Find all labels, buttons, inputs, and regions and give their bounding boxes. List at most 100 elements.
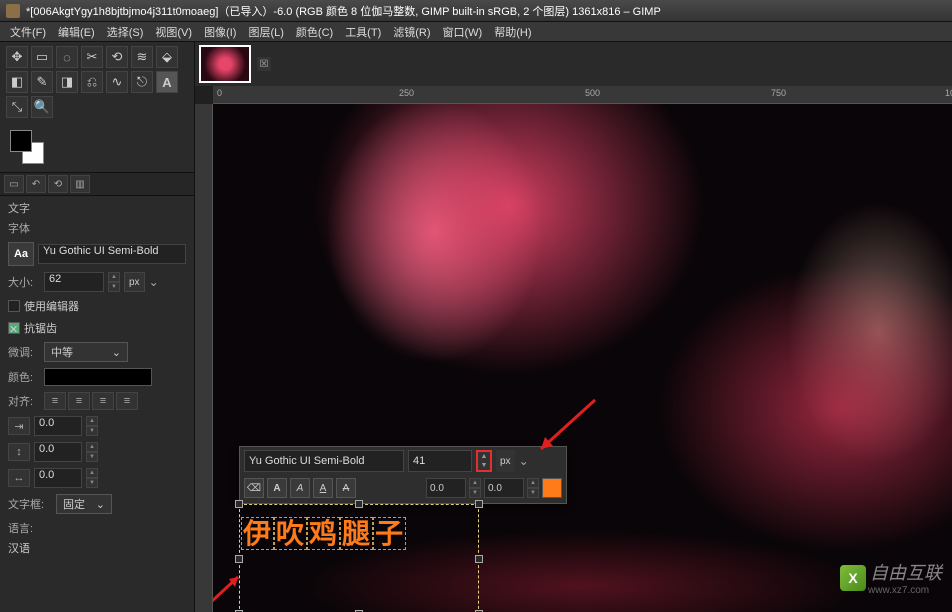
opts-head: 文字: [8, 200, 186, 216]
lang-value: 汉语: [8, 540, 30, 556]
tab-device[interactable]: ↶: [26, 175, 46, 193]
transform-tool[interactable]: ⟲: [106, 46, 128, 68]
float-clear[interactable]: ⌫: [244, 478, 264, 498]
menu-window[interactable]: 窗口(W): [437, 24, 489, 40]
float-kerning[interactable]: 0.0: [484, 478, 524, 498]
image-tabs: ☒: [195, 42, 952, 86]
bucket-tool[interactable]: ⬙: [156, 46, 178, 68]
box-label: 文字框:: [8, 496, 52, 512]
hinting-dropdown[interactable]: 中等⌄: [44, 342, 128, 362]
free-select-tool[interactable]: ◌: [56, 46, 78, 68]
antialias-check[interactable]: ✕抗锯齿: [8, 320, 186, 336]
text-floating-toolbar: Yu Gothic UI Semi-Bold 41 ▲▼ px ⌄ ⌫ A A …: [239, 446, 567, 504]
align-label: 对齐:: [8, 393, 40, 409]
handle-tr[interactable]: [475, 500, 483, 508]
ruler-vertical: [195, 104, 213, 612]
indent-spin-3[interactable]: ▲▼: [86, 468, 98, 488]
tab-tool-options[interactable]: ▭: [4, 175, 24, 193]
indent-icon: ⇥: [8, 417, 30, 435]
indent-spin-1[interactable]: ▲▼: [86, 416, 98, 436]
float-font-input[interactable]: Yu Gothic UI Semi-Bold: [244, 450, 404, 472]
sample-text[interactable]: 伊吹鸡腿子: [241, 512, 406, 552]
menu-filters[interactable]: 滤镜(R): [387, 24, 436, 40]
gradient-tool[interactable]: ◧: [6, 71, 28, 93]
align-center[interactable]: ≡: [68, 392, 90, 410]
float-size-input[interactable]: 41: [408, 450, 472, 472]
size-spinner[interactable]: ▲▼: [108, 272, 120, 292]
move-tool[interactable]: ✥: [6, 46, 28, 68]
chevron-down-icon[interactable]: ⌄: [149, 275, 159, 289]
handle-tl[interactable]: [235, 500, 243, 508]
float-chevron-icon[interactable]: ⌄: [519, 454, 529, 468]
eraser-tool[interactable]: ◨: [56, 71, 78, 93]
tab-image[interactable]: ▥: [70, 175, 90, 193]
tab-undo[interactable]: ⟲: [48, 175, 68, 193]
use-editor-check[interactable]: 使用编辑器: [8, 298, 186, 314]
warp-tool[interactable]: ≋: [131, 46, 153, 68]
float-underline[interactable]: A: [313, 478, 333, 498]
float-text-color[interactable]: [542, 478, 562, 498]
handle-tm[interactable]: [355, 500, 363, 508]
left-panel: ✥ ▭ ◌ ✂ ⟲ ≋ ⬙ ◧ ✎ ◨ ⎌ ∿ ⎋ A ⤡ 🔍 ▭ ↶ ⟲: [0, 42, 195, 612]
align-right[interactable]: ≡: [92, 392, 114, 410]
indent-input-2[interactable]: 0.0: [34, 442, 82, 462]
indent-input-1[interactable]: 0.0: [34, 416, 82, 436]
float-unit[interactable]: px: [496, 450, 515, 472]
float-size-spinner[interactable]: ▲▼: [476, 450, 492, 472]
text-tool[interactable]: A: [156, 71, 178, 93]
float-strike[interactable]: A: [336, 478, 356, 498]
text-color[interactable]: [44, 368, 152, 386]
letter-spacing-icon: ↔: [8, 469, 30, 487]
float-bold[interactable]: A: [267, 478, 287, 498]
menubar: 文件(F) 编辑(E) 选择(S) 视图(V) 图像(I) 图层(L) 颜色(C…: [0, 22, 952, 42]
float-italic[interactable]: A: [290, 478, 310, 498]
indent-spin-2[interactable]: ▲▼: [86, 442, 98, 462]
lang-label: 语言:: [8, 520, 40, 536]
size-unit[interactable]: px: [124, 272, 145, 292]
color-picker-tool[interactable]: ⤡: [6, 96, 28, 118]
handle-lm[interactable]: [235, 555, 243, 563]
dock-tabs: ▭ ↶ ⟲ ▥: [0, 172, 194, 196]
menu-edit[interactable]: 编辑(E): [52, 24, 101, 40]
align-left[interactable]: ≡: [44, 392, 66, 410]
canvas-area: ☒ 0 250 500 750 1000 Yu Gothic UI Semi-B…: [195, 42, 952, 612]
image-tab-thumb[interactable]: [199, 45, 251, 83]
size-input[interactable]: 62: [44, 272, 104, 292]
align-justify[interactable]: ≡: [116, 392, 138, 410]
menu-view[interactable]: 视图(V): [149, 24, 198, 40]
menu-color[interactable]: 颜色(C): [290, 24, 339, 40]
float-baseline[interactable]: 0.0: [426, 478, 466, 498]
clone-tool[interactable]: ⎌: [81, 71, 103, 93]
line-spacing-icon: ↕: [8, 443, 30, 461]
menu-tools[interactable]: 工具(T): [339, 24, 387, 40]
menu-image[interactable]: 图像(I): [198, 24, 242, 40]
menu-layer[interactable]: 图层(L): [242, 24, 289, 40]
float-baseline-spin[interactable]: ▲▼: [469, 478, 481, 498]
menu-select[interactable]: 选择(S): [101, 24, 150, 40]
watermark-domain: www.xz7.com: [868, 585, 942, 596]
pencil-tool[interactable]: ✎: [31, 71, 53, 93]
box-dropdown[interactable]: 固定⌄: [56, 494, 112, 514]
crop-tool[interactable]: ✂: [81, 46, 103, 68]
indent-input-3[interactable]: 0.0: [34, 468, 82, 488]
gimp-icon: [6, 4, 20, 18]
size-label: 大小:: [8, 274, 40, 290]
titlebar: *[006AkgtYgy1h8bjtbjmo4j311t0moaeg]（已导入）…: [0, 0, 952, 22]
close-tab-icon[interactable]: ☒: [257, 57, 271, 71]
watermark-logo: X: [840, 565, 866, 591]
handle-rm[interactable]: [475, 555, 483, 563]
menu-file[interactable]: 文件(F): [4, 24, 52, 40]
canvas[interactable]: Yu Gothic UI Semi-Bold 41 ▲▼ px ⌄ ⌫ A A …: [213, 104, 952, 612]
tool-options: 文字 字体 Aa Yu Gothic UI Semi-Bold 大小: 62 ▲…: [0, 196, 194, 612]
float-kerning-spin[interactable]: ▲▼: [527, 478, 539, 498]
fg-color[interactable]: [10, 130, 32, 152]
font-picker-button[interactable]: Aa: [8, 242, 34, 266]
watermark: X 自由互联 www.xz7.com: [840, 559, 942, 596]
font-label: 字体: [8, 220, 38, 236]
font-name-input[interactable]: Yu Gothic UI Semi-Bold: [38, 244, 186, 264]
smudge-tool[interactable]: ∿: [106, 71, 128, 93]
zoom-tool[interactable]: 🔍: [31, 96, 53, 118]
path-tool[interactable]: ⎋: [131, 71, 153, 93]
rect-select-tool[interactable]: ▭: [31, 46, 53, 68]
menu-help[interactable]: 帮助(H): [488, 24, 537, 40]
